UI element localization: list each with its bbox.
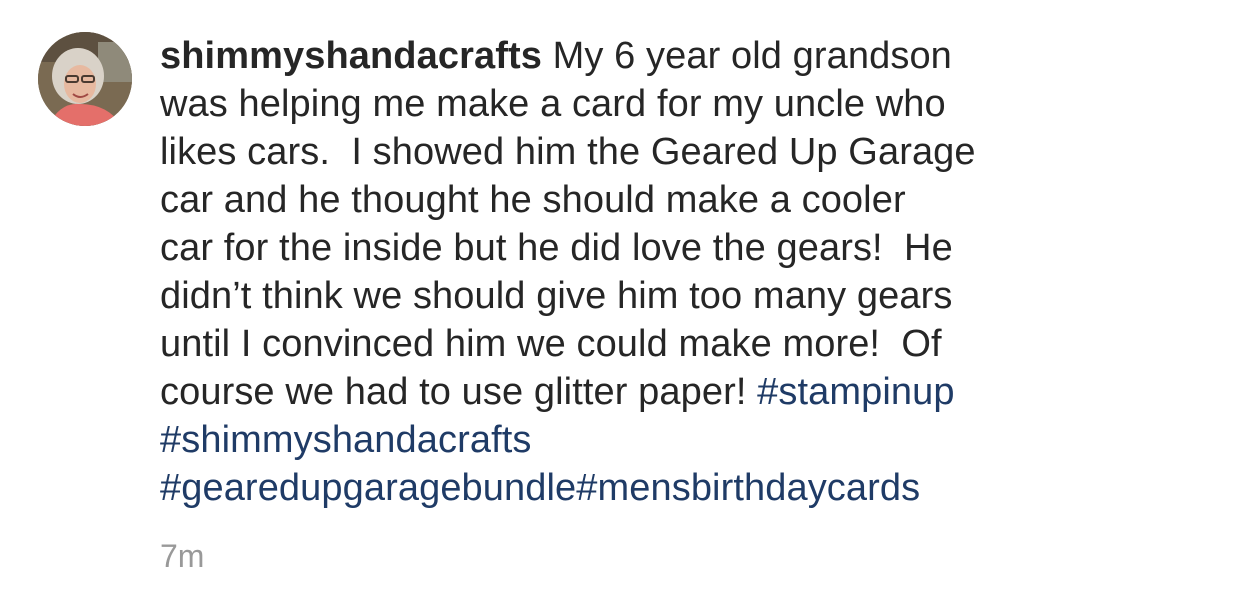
hashtag-gearedupgaragebundle[interactable]: #gearedupgaragebundle xyxy=(160,467,576,509)
comment-line-8: course we had to use glitter paper! xyxy=(160,371,758,413)
comment-line-5: car for the inside but he did love the g… xyxy=(160,227,953,269)
hashtag-mensbirthdaycards[interactable]: #mensbirthdaycards xyxy=(576,467,920,509)
comment: shimmyshandacrafts My 6 year old grandso… xyxy=(0,0,1242,603)
comment-line-1: My 6 year old grandson xyxy=(541,35,952,77)
hashtag-stampinup[interactable]: #stampinup xyxy=(757,371,954,413)
comment-line-7: until I convinced him we could make more… xyxy=(160,323,942,365)
avatar[interactable] xyxy=(38,32,132,126)
hashtag-shimmyshandacrafts[interactable]: #shimmyshandacrafts xyxy=(160,419,532,461)
comment-line-3: likes cars. I showed him the Geared Up G… xyxy=(160,131,976,173)
comment-line-2: was helping me make a card for my uncle … xyxy=(160,83,946,125)
comment-text: shimmyshandacrafts My 6 year old grandso… xyxy=(160,32,1222,512)
timestamp: 7m xyxy=(160,538,205,574)
comment-line-6: didn’t think we should give him too many… xyxy=(160,275,953,317)
username-link[interactable]: shimmyshandacrafts xyxy=(160,35,542,77)
comment-line-4: car and he thought he should make a cool… xyxy=(160,179,906,221)
avatar-photo xyxy=(38,32,132,126)
